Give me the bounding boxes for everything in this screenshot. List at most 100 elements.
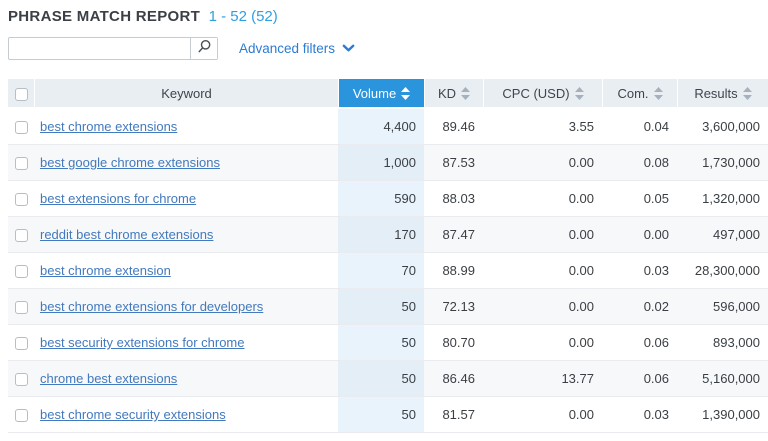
keyword-link[interactable]: reddit best chrome extensions [40,227,213,242]
row-select-cell [8,145,34,181]
sort-icon [401,87,410,100]
kd-cell: 80.70 [424,325,483,361]
results-cell: 1,390,000 [677,397,768,433]
sort-icon [743,87,752,100]
table-row: best security extensions for chrome 50 8… [8,325,768,361]
keyword-cell: chrome best extensions [34,361,338,397]
keyword-cell: best chrome extensions [34,109,338,145]
keyword-cell: reddit best chrome extensions [34,217,338,253]
kd-cell: 87.47 [424,217,483,253]
row-checkbox[interactable] [15,337,28,350]
row-checkbox[interactable] [15,373,28,386]
column-label: Com. [617,86,648,101]
column-label: Keyword [161,86,212,101]
row-select-cell [8,217,34,253]
keyword-table: Keyword Volume KD [8,79,768,433]
results-cell: 5,160,000 [677,361,768,397]
table-row: best extensions for chrome 590 88.03 0.0… [8,181,768,217]
com-cell: 0.02 [602,289,677,325]
keyword-link[interactable]: best google chrome extensions [40,155,220,170]
column-header-results[interactable]: Results [677,79,768,109]
results-cell: 1,320,000 [677,181,768,217]
column-label: KD [438,86,456,101]
column-header-com[interactable]: Com. [602,79,677,109]
column-header-select [8,79,34,109]
table-row: best chrome extension 70 88.99 0.00 0.03… [8,253,768,289]
cpc-cell: 0.00 [483,325,602,361]
sort-icon [461,87,470,100]
keyword-cell: best extensions for chrome [34,181,338,217]
com-cell: 0.05 [602,181,677,217]
result-range: 1 - 52 (52) [209,8,278,25]
keyword-link[interactable]: best extensions for chrome [40,191,196,206]
volume-cell: 590 [338,181,424,217]
table-row: best chrome security extensions 50 81.57… [8,397,768,433]
report-header: PHRASE MATCH REPORT 1 - 52 (52) [8,8,768,26]
com-cell: 0.06 [602,325,677,361]
column-header-kd[interactable]: KD [424,79,483,109]
search-input[interactable] [9,38,190,59]
keyword-link[interactable]: best chrome extension [40,263,171,278]
column-header-volume[interactable]: Volume [338,79,424,109]
keyword-link[interactable]: best chrome security extensions [40,407,226,422]
keyword-cell: best chrome extensions for developers [34,289,338,325]
row-checkbox[interactable] [15,409,28,422]
keyword-link[interactable]: best chrome extensions for developers [40,299,263,314]
row-select-cell [8,253,34,289]
row-select-cell [8,289,34,325]
column-label: CPC (USD) [502,86,569,101]
volume-cell: 4,400 [338,109,424,145]
row-checkbox[interactable] [15,157,28,170]
cpc-cell: 13.77 [483,361,602,397]
sort-icon [654,87,663,100]
chevron-down-icon [342,41,355,56]
com-cell: 0.03 [602,253,677,289]
keyword-search-box [8,37,218,60]
com-cell: 0.06 [602,361,677,397]
com-cell: 0.08 [602,145,677,181]
cpc-cell: 0.00 [483,253,602,289]
keyword-table-container: Keyword Volume KD [8,79,768,433]
kd-cell: 88.03 [424,181,483,217]
results-cell: 28,300,000 [677,253,768,289]
com-cell: 0.03 [602,397,677,433]
phrase-match-report-page: PHRASE MATCH REPORT 1 - 52 (52) Advanced… [0,0,768,433]
cpc-cell: 0.00 [483,217,602,253]
kd-cell: 86.46 [424,361,483,397]
filter-toolbar: Advanced filters [8,36,768,60]
search-button[interactable] [190,38,217,59]
select-all-checkbox[interactable] [15,88,28,101]
table-row: best chrome extensions 4,400 89.46 3.55 … [8,109,768,145]
volume-cell: 1,000 [338,145,424,181]
cpc-cell: 0.00 [483,397,602,433]
advanced-filters-toggle[interactable]: Advanced filters [239,41,355,56]
row-select-cell [8,109,34,145]
keyword-cell: best google chrome extensions [34,145,338,181]
keyword-link[interactable]: best chrome extensions [40,119,177,134]
column-header-cpc[interactable]: CPC (USD) [483,79,602,109]
sort-icon [575,87,584,100]
volume-cell: 50 [338,289,424,325]
magnifier-icon [197,39,212,57]
cpc-cell: 0.00 [483,145,602,181]
table-row: reddit best chrome extensions 170 87.47 … [8,217,768,253]
kd-cell: 87.53 [424,145,483,181]
column-label: Volume [353,86,396,101]
keyword-link[interactable]: best security extensions for chrome [40,335,244,350]
results-cell: 497,000 [677,217,768,253]
row-checkbox[interactable] [15,229,28,242]
keyword-cell: best security extensions for chrome [34,325,338,361]
row-checkbox[interactable] [15,301,28,314]
table-body: best chrome extensions 4,400 89.46 3.55 … [8,109,768,433]
cpc-cell: 0.00 [483,289,602,325]
advanced-filters-label: Advanced filters [239,41,335,56]
row-checkbox[interactable] [15,121,28,134]
table-header: Keyword Volume KD [8,79,768,109]
results-cell: 3,600,000 [677,109,768,145]
volume-cell: 170 [338,217,424,253]
row-checkbox[interactable] [15,193,28,206]
keyword-link[interactable]: chrome best extensions [40,371,177,386]
volume-cell: 50 [338,325,424,361]
row-checkbox[interactable] [15,265,28,278]
keyword-cell: best chrome extension [34,253,338,289]
